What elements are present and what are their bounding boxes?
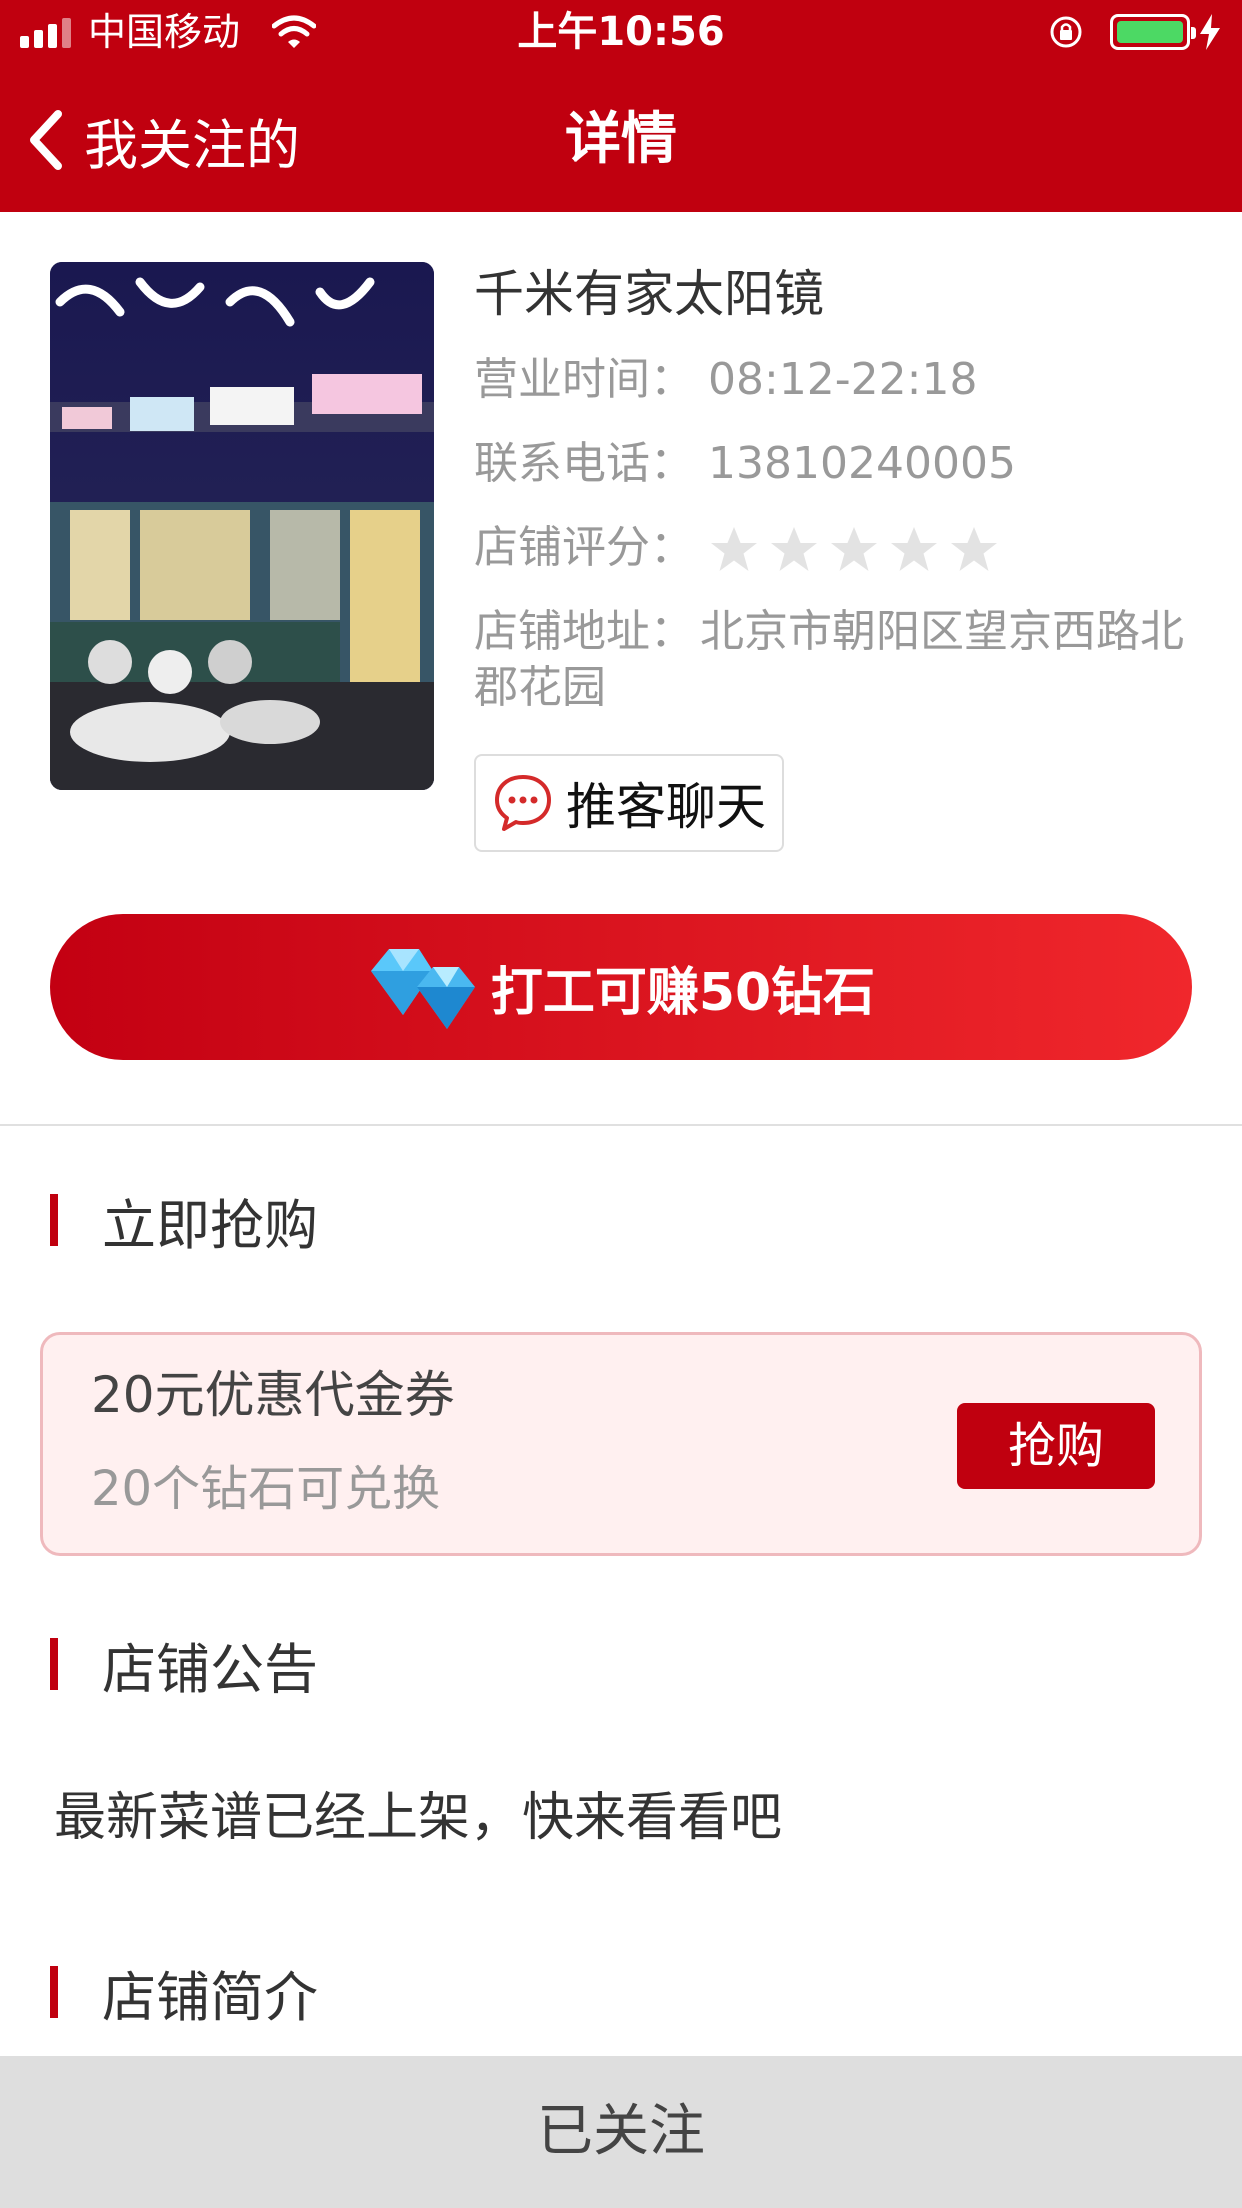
top-bar: 中国移动 上午10:56 我关注的 详情 bbox=[0, 0, 1242, 212]
earn-label: 打工可赚50钻石 bbox=[490, 962, 876, 1023]
charging-icon bbox=[1200, 14, 1220, 50]
store-address: 店铺地址： 北京市朝阳区望京西路北郡花园 bbox=[474, 604, 1204, 716]
coupon-subtitle: 20个钻石可兑换 bbox=[91, 1461, 441, 1517]
page-title: 详情 bbox=[565, 107, 677, 172]
status-bar: 中国移动 上午10:56 bbox=[0, 0, 1242, 64]
battery-level bbox=[1117, 21, 1183, 43]
section-divider bbox=[0, 1124, 1242, 1126]
address-label: 店铺地址： bbox=[474, 606, 694, 657]
star-icon bbox=[831, 527, 877, 571]
hours-value: 08:12-22:18 bbox=[708, 354, 978, 405]
earn-diamonds-button[interactable]: 打工可赚50钻石 bbox=[50, 914, 1192, 1060]
store-name: 千米有家太阳镜 bbox=[474, 265, 824, 323]
follow-button[interactable]: 已关注 bbox=[0, 2056, 1242, 2208]
business-hours: 营业时间： 08:12-22:18 bbox=[474, 352, 977, 408]
coupon-card: 20元优惠代金券 20个钻石可兑换 抢购 bbox=[40, 1332, 1202, 1556]
contact-phone: 联系电话： 13810240005 bbox=[474, 436, 1016, 492]
star-icon bbox=[771, 527, 817, 571]
coupon-title: 20元优惠代金券 bbox=[91, 1366, 455, 1424]
chat-bubble-icon bbox=[495, 775, 551, 831]
hours-label: 营业时间： bbox=[474, 354, 694, 405]
battery-icon bbox=[1110, 14, 1196, 50]
rating-stars bbox=[708, 524, 1008, 576]
chat-button[interactable]: 推客聊天 bbox=[474, 754, 784, 852]
star-icon bbox=[891, 527, 937, 571]
rotation-lock-icon bbox=[1050, 16, 1082, 48]
intro-title: 店铺简介 bbox=[102, 1965, 318, 2029]
store-photo bbox=[50, 262, 434, 790]
phone-value[interactable]: 13810240005 bbox=[708, 438, 1016, 489]
announcement-heading: 店铺公告 bbox=[50, 1634, 318, 1701]
buy-button[interactable]: 抢购 bbox=[957, 1403, 1155, 1489]
announcement-title: 店铺公告 bbox=[102, 1637, 318, 1701]
store-rating: 店铺评分： bbox=[474, 520, 1008, 576]
flash-sale-title: 立即抢购 bbox=[102, 1193, 318, 1257]
phone-label: 联系电话： bbox=[474, 438, 694, 489]
diamond-icon bbox=[370, 949, 475, 1029]
intro-heading: 店铺简介 bbox=[50, 1962, 318, 2029]
announcement-text: 最新菜谱已经上架，快来看看吧 bbox=[54, 1788, 783, 1848]
chat-label: 推客聊天 bbox=[566, 778, 766, 836]
star-icon bbox=[951, 527, 997, 571]
rating-label: 店铺评分： bbox=[474, 522, 694, 573]
star-icon bbox=[711, 527, 757, 571]
flash-sale-heading: 立即抢购 bbox=[50, 1190, 318, 1257]
